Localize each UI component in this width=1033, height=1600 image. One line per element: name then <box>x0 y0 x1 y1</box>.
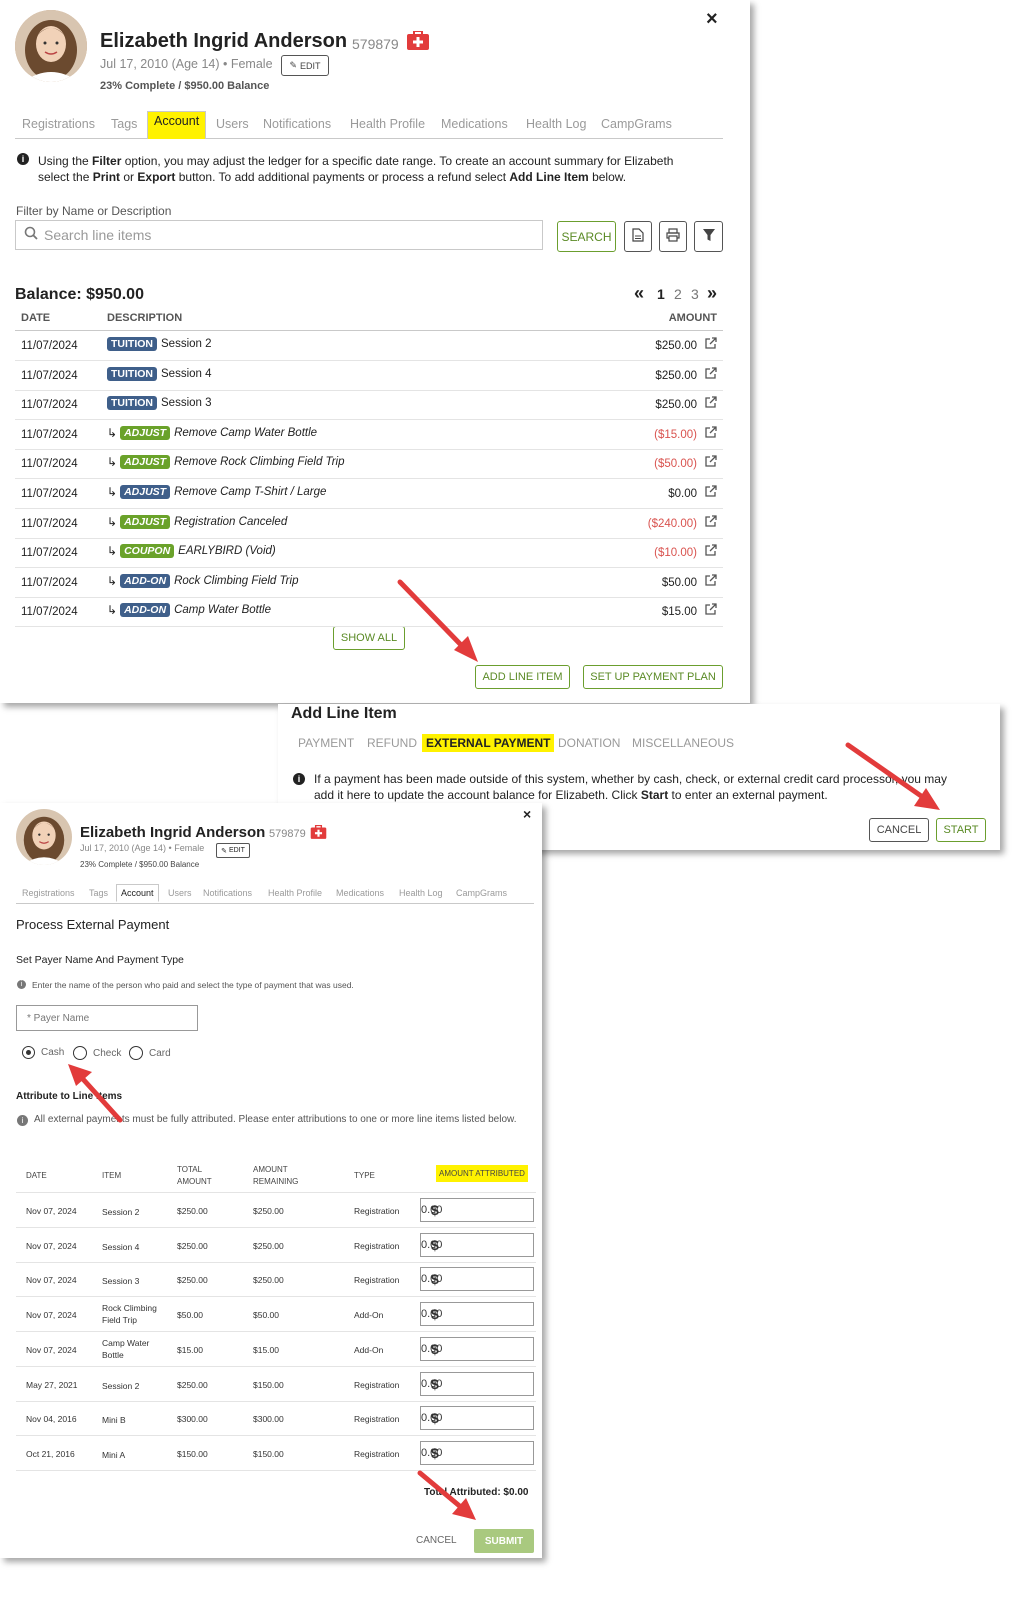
arrow-icon <box>68 579 940 1520</box>
